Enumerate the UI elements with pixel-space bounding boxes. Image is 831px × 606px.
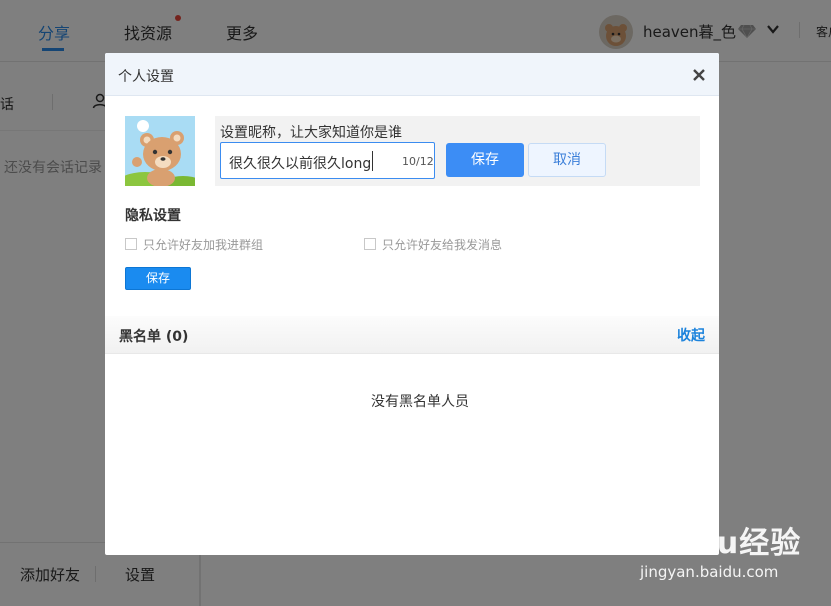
baidu-watermark: Baidu经验 jingyan.baidu.com: [638, 516, 808, 596]
nickname-input[interactable]: 很久很久以前很久long 10/12: [220, 142, 435, 179]
message-label[interactable]: 只允许好友给我发消息: [382, 236, 502, 253]
blacklist-header: 黑名单 (0) 收起: [105, 316, 719, 354]
group-invite-checkbox[interactable]: [125, 238, 137, 250]
dialog-title: 个人设置: [118, 69, 174, 85]
collapse-link[interactable]: 收起: [677, 325, 705, 345]
text-caret: [372, 151, 373, 171]
empty-blacklist-text: 没有黑名单人员: [371, 394, 469, 410]
save-privacy-button[interactable]: 保存: [125, 267, 191, 290]
profile-avatar[interactable]: [125, 116, 195, 186]
save-nickname-button[interactable]: 保存: [446, 143, 524, 177]
close-icon[interactable]: [691, 67, 707, 83]
dialog-header: 个人设置: [105, 53, 719, 96]
personal-settings-dialog: 个人设置 设置昵称，让大家知道你是谁 很久很久以前很久long 10/12 保存…: [105, 53, 719, 555]
watermark-url: jingyan.baidu.com: [640, 563, 779, 581]
privacy-settings-title: 隐私设置: [125, 208, 181, 224]
message-checkbox[interactable]: [364, 238, 376, 250]
character-count: 10/12: [402, 155, 434, 168]
nickname-prompt: 设置昵称，让大家知道你是谁: [220, 125, 402, 141]
nickname-value: 很久很久以前很久long: [229, 156, 372, 172]
cancel-button[interactable]: 取消: [528, 143, 606, 177]
blacklist-title: 黑名单 (0): [119, 329, 189, 345]
nickname-section: 设置昵称，让大家知道你是谁 很久很久以前很久long 10/12 保存 取消: [215, 116, 700, 186]
group-invite-label[interactable]: 只允许好友加我进群组: [143, 236, 263, 253]
watermark-logo: Baidu经验: [638, 526, 802, 561]
